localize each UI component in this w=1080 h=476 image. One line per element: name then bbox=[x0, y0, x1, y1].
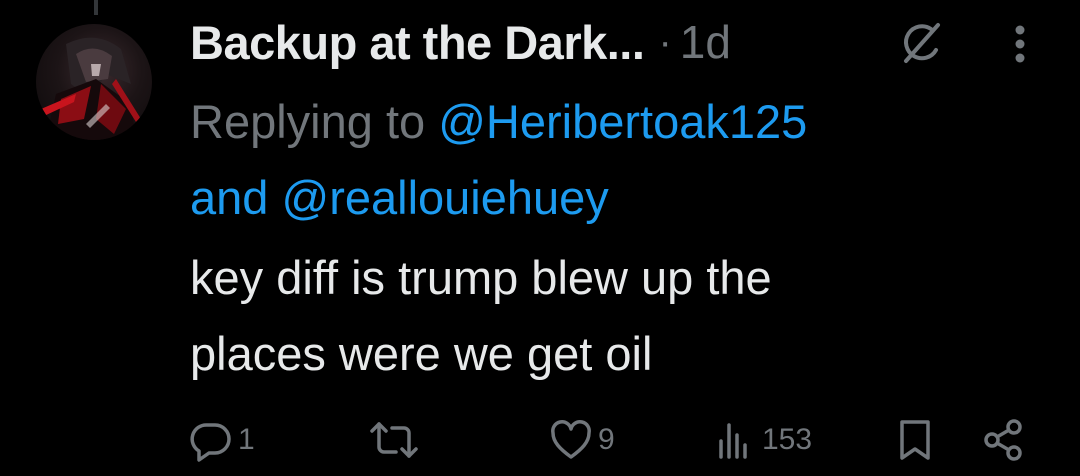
tweet-text-line: key diff is trump blew up the bbox=[190, 251, 772, 304]
more-vertical-icon[interactable] bbox=[1000, 18, 1040, 70]
repost-icon bbox=[370, 422, 418, 458]
views-count: 153 bbox=[762, 423, 813, 456]
reply-icon bbox=[190, 423, 231, 462]
tweet-text-line: places were we get oil bbox=[190, 327, 653, 380]
views-button[interactable]: 153 bbox=[712, 412, 812, 468]
grok-icon[interactable] bbox=[898, 20, 944, 66]
views-chart-icon bbox=[719, 423, 747, 459]
reply-and-label: and bbox=[190, 171, 282, 224]
reply-count: 1 bbox=[238, 423, 255, 456]
avatar[interactable] bbox=[36, 24, 152, 140]
mention-link[interactable]: @Heribertoak125 bbox=[438, 95, 807, 148]
replying-to-label: Replying to bbox=[190, 95, 439, 148]
bookmark-button[interactable] bbox=[892, 412, 938, 468]
separator-dot: · bbox=[658, 19, 672, 64]
display-name[interactable]: Backup at the Dark... bbox=[190, 15, 645, 70]
mention-link[interactable]: @reallouiehuey bbox=[281, 171, 608, 224]
share-icon bbox=[984, 419, 1022, 461]
tweet-header: Backup at the Dark... · 1d bbox=[190, 12, 731, 72]
reply-context: Replying to @Heribertoak125 and @reallou… bbox=[190, 84, 1050, 236]
share-button[interactable] bbox=[980, 412, 1026, 468]
repost-button[interactable] bbox=[368, 412, 424, 468]
reply-button[interactable]: 1 bbox=[188, 412, 255, 468]
timestamp[interactable]: 1d bbox=[680, 15, 731, 69]
thread-line bbox=[94, 0, 98, 15]
heart-icon bbox=[551, 420, 591, 459]
like-button[interactable]: 9 bbox=[548, 412, 615, 468]
tweet-text: key diff is trump blew up the places wer… bbox=[190, 240, 1050, 392]
bookmark-icon bbox=[900, 420, 930, 460]
action-bar: 1 9 153 bbox=[0, 412, 1080, 472]
like-count: 9 bbox=[598, 423, 615, 456]
